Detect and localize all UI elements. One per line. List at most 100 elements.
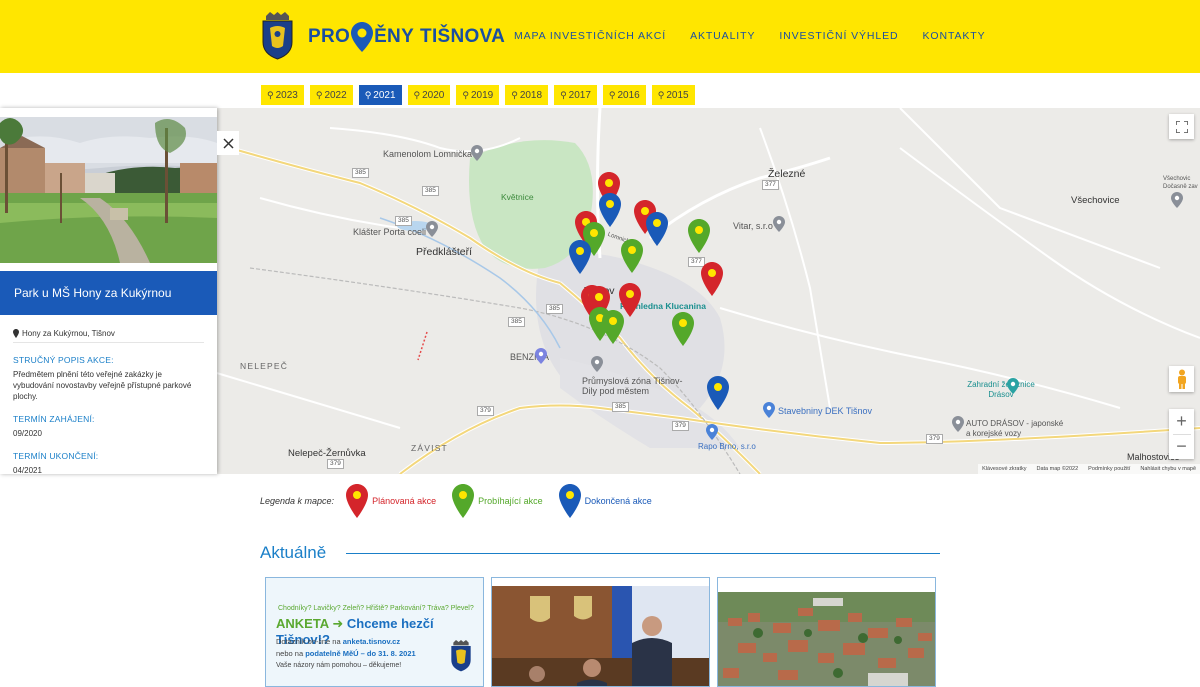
nav-news[interactable]: AKTUALITY: [690, 30, 755, 42]
press-conference-image: [492, 578, 709, 686]
survey-url: anketa.tisnov.cz: [342, 637, 401, 646]
investment-marker-green[interactable]: [602, 310, 624, 344]
arrow-right-icon: ➜: [332, 616, 344, 631]
zoom-controls: + −: [1169, 409, 1194, 459]
location-pin-icon: [13, 329, 19, 338]
report-error-link[interactable]: Nahlásit chybu v mapě: [1140, 466, 1196, 472]
survey-headline-a: ANKETA: [276, 616, 329, 631]
news-divider: [346, 553, 940, 554]
year-tabs: ⚲ 2023 ⚲ 2022 ⚲ 2021 ⚲ 2020 ⚲ 2019 ⚲ 2018 ⚲ 201…: [261, 85, 695, 105]
year-tab-2015[interactable]: ⚲ 2015: [651, 85, 695, 105]
year-tab-2016[interactable]: ⚲ 2016: [602, 85, 646, 105]
year-tab-2017[interactable]: ⚲ 2017: [554, 85, 597, 105]
investment-marker-green[interactable]: [688, 219, 710, 253]
zoom-out-button[interactable]: −: [1176, 435, 1187, 460]
road-number: 379: [477, 406, 494, 416]
map-marker-icon: ⚲: [462, 89, 469, 100]
map-label-prumyslova: Průmyslová zóna Tišnov-Dily pod městem: [582, 376, 683, 396]
poi-marker-icon[interactable]: [471, 145, 483, 161]
tisnov-crest-icon[interactable]: [260, 12, 295, 60]
year-tab-2021[interactable]: ⚲ 2021: [358, 85, 402, 105]
investment-marker-red[interactable]: [701, 262, 723, 296]
map-label-zavist: ZÁVIST: [411, 443, 448, 453]
map-label-vsechovice-small: Všechovic: [1163, 176, 1191, 182]
poi-marker-icon[interactable]: [773, 216, 785, 232]
road-number: 379: [672, 421, 689, 431]
year-tab-2022[interactable]: ⚲ 2022: [309, 85, 353, 105]
year-tab-2018[interactable]: ⚲ 2018: [505, 85, 549, 105]
year-tab-2020[interactable]: ⚲ 2020: [407, 85, 451, 105]
fullscreen-button[interactable]: [1169, 114, 1194, 139]
red-marker-icon: [346, 484, 369, 518]
road-number: 385: [508, 317, 525, 327]
poi-marker-icon[interactable]: [591, 356, 603, 372]
year-tab-label: 2022: [324, 89, 347, 101]
map-marker-icon: ⚲: [608, 89, 616, 100]
start-date-value: 09/2020: [13, 429, 42, 438]
site-logo[interactable]: PRO ĚNY TIŠNOVA: [308, 22, 505, 52]
terms-link[interactable]: Podmínky použití: [1088, 466, 1130, 472]
year-tab-label: 2020: [422, 89, 445, 101]
map-label-klaster: Klášter Porta coeli: [353, 227, 427, 237]
road-number: 379: [327, 459, 344, 469]
legend-item-done: Dokončená akce: [558, 484, 652, 518]
survey-deadline: – do 31. 8. 2021: [360, 649, 416, 658]
year-tab-label: 2023: [275, 89, 298, 101]
zoom-in-button[interactable]: +: [1176, 409, 1187, 434]
poi-marker-icon[interactable]: [1171, 192, 1183, 208]
investment-marker-green[interactable]: [621, 239, 643, 273]
map-label-nelepec: NELEPEČ: [240, 361, 289, 371]
end-date-value: 04/2021: [13, 466, 42, 474]
pegman-icon: [1177, 369, 1186, 389]
investment-marker-blue[interactable]: [646, 212, 668, 246]
map-label-kamenolom: Kamenolom Lomnička: [383, 149, 473, 159]
map-data-text: Data map ©2022: [1036, 466, 1079, 472]
project-title: Park u MŠ Hony za Kukýrnou: [0, 271, 217, 315]
site-header: PRO ĚNY TIŠNOVA MAPA INVESTIČNÍCH AKCÍ A…: [0, 0, 1200, 73]
logo-text-2: ĚNY: [374, 26, 415, 47]
road-number: 385: [352, 168, 369, 178]
year-tab-2023[interactable]: ⚲ 2023: [261, 85, 304, 105]
road-number: 385: [422, 186, 439, 196]
news-card-aerial[interactable]: [717, 577, 936, 687]
aerial-town-image: [718, 578, 935, 686]
news-card-press[interactable]: [491, 577, 710, 687]
poi-marker-icon[interactable]: [1007, 378, 1019, 394]
map-label-zahradni: Zahradní železnice Drásov: [967, 380, 1035, 399]
news-card-survey[interactable]: Chodníky? Lavičky? Zeleň? Hřiště? Parkov…: [265, 577, 484, 687]
map-attribution: Klávesové zkratky Data map ©2022 Podmínk…: [978, 464, 1200, 474]
map-marker-icon: ⚲: [413, 89, 421, 100]
legend-title: Legenda k mapce:: [260, 496, 335, 506]
close-icon: [222, 137, 234, 149]
investment-marker-blue[interactable]: [569, 240, 591, 274]
map-marker-icon: ⚲: [364, 89, 372, 100]
street-view-button[interactable]: [1169, 366, 1194, 392]
nav-investment-map[interactable]: MAPA INVESTIČNÍCH AKCÍ: [514, 30, 666, 42]
year-tab-label: 2018: [519, 89, 543, 101]
poi-marker-icon[interactable]: [706, 424, 718, 440]
map-label-vsechovice-small2: Dočasně zav: [1163, 184, 1198, 190]
investment-marker-green[interactable]: [672, 312, 694, 346]
poi-marker-icon[interactable]: [426, 221, 438, 237]
map-marker-icon: ⚲: [511, 89, 518, 100]
map-label-auto: AUTO DRÁSOV - japonské a korejské vozy: [966, 419, 1064, 438]
poi-marker-icon[interactable]: [952, 416, 964, 432]
nav-contacts[interactable]: KONTAKTY: [923, 30, 986, 42]
legend-item-ongoing: Probíhající akce: [452, 484, 543, 518]
survey-topics: Chodníky? Lavičky? Zeleň? Hřiště? Parkov…: [278, 605, 474, 612]
map-label-vsechovice: Všechovice: [1071, 195, 1120, 206]
close-panel-button[interactable]: [217, 131, 239, 155]
poi-marker-icon[interactable]: [535, 348, 547, 364]
poi-marker-icon[interactable]: [763, 402, 775, 418]
road-number: 385: [612, 402, 629, 412]
investment-marker-blue[interactable]: [707, 376, 729, 410]
map-label-kvetnice: Květnice: [501, 192, 534, 202]
tisnov-crest-icon: [451, 640, 471, 672]
year-tab-2019[interactable]: ⚲ 2019: [456, 85, 500, 105]
nav-investment-outlook[interactable]: INVESTIČNÍ VÝHLED: [779, 30, 898, 42]
keyboard-shortcuts-link[interactable]: Klávesové zkratky: [982, 466, 1026, 472]
survey-info: Dotazník on-line na anketa.tisnov.cz neb…: [276, 636, 416, 660]
legend-label-planned: Plánovaná akce: [372, 496, 437, 506]
project-address: Hony za Kukýrnou, Tišnov: [13, 329, 204, 343]
start-date-label: TERMÍN ZAHÁJENÍ:: [13, 414, 95, 424]
